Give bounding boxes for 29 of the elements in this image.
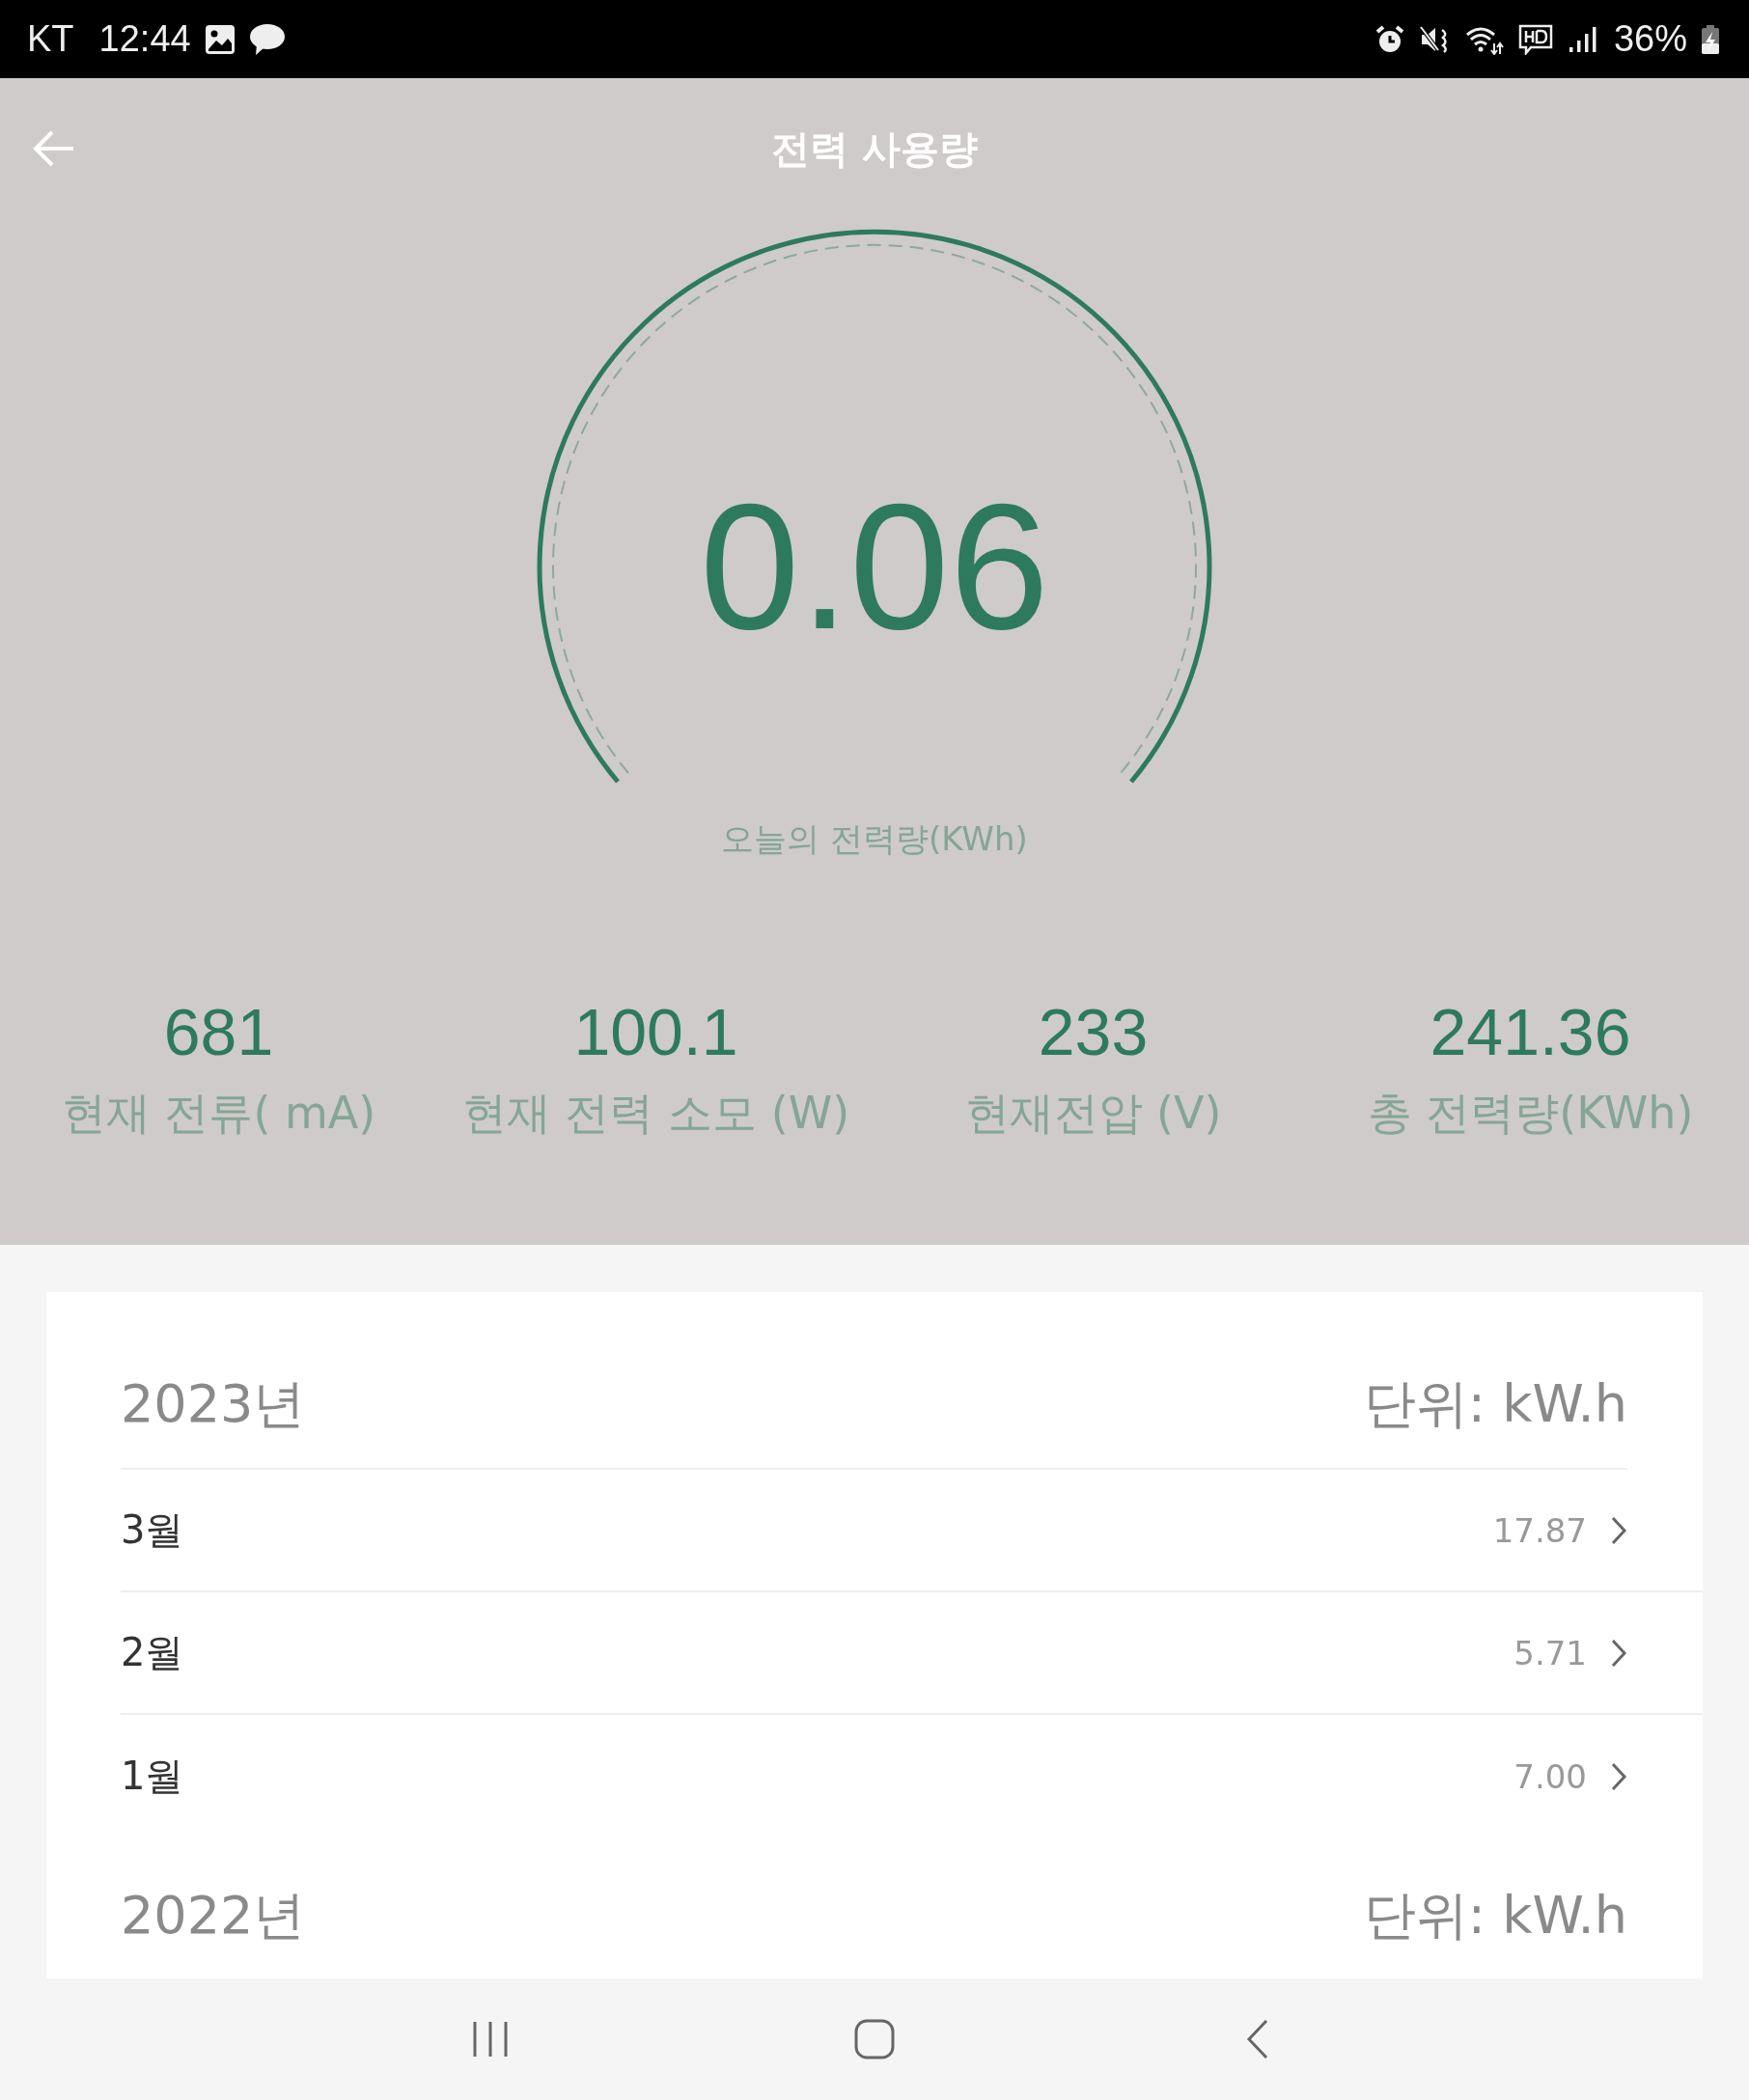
stat-value: 100.1: [573, 994, 738, 1070]
stat-label: 현재 전류( mA): [61, 1086, 376, 1141]
battery-percent: 36%: [1613, 18, 1687, 60]
chevron-right-icon: [1610, 1760, 1627, 1792]
stat-value: 681: [163, 994, 274, 1070]
chevron-right-icon: [1610, 1637, 1627, 1669]
stat-value: 233: [1038, 994, 1149, 1070]
stat-label: 총 전력량(KWh): [1367, 1086, 1694, 1141]
hd-voice-icon: [1516, 23, 1554, 55]
chevron-right-icon: [1610, 1514, 1627, 1546]
unit-label: 단위: kW.h: [1363, 1883, 1627, 1948]
month-row[interactable]: 2월 5.71: [121, 1592, 1703, 1715]
today-usage-value: 0.06: [700, 466, 1049, 666]
month-row[interactable]: 1월 7.00: [121, 1715, 1703, 1838]
alarm-icon: [1374, 23, 1405, 55]
carrier: KT: [27, 18, 74, 60]
stat-value: 241.36: [1430, 994, 1631, 1070]
month-row[interactable]: 3월 17.87: [121, 1470, 1703, 1592]
year-heading: 2023년: [121, 1371, 306, 1436]
gauge-label: 오늘의 전력량(KWh): [721, 819, 1028, 858]
unit-label: 단위: kW.h: [1363, 1371, 1627, 1436]
year-heading: 2022년: [121, 1883, 306, 1948]
stat-label: 현재전압 (V): [964, 1086, 1222, 1141]
gallery-icon: [204, 23, 236, 55]
home-icon[interactable]: [853, 2018, 896, 2060]
chat-bubble-icon: [248, 22, 286, 56]
battery-charging-icon: [1701, 23, 1720, 55]
stat-label: 현재 전력 소모 (W): [461, 1086, 850, 1141]
clock: 12:44: [98, 18, 191, 60]
